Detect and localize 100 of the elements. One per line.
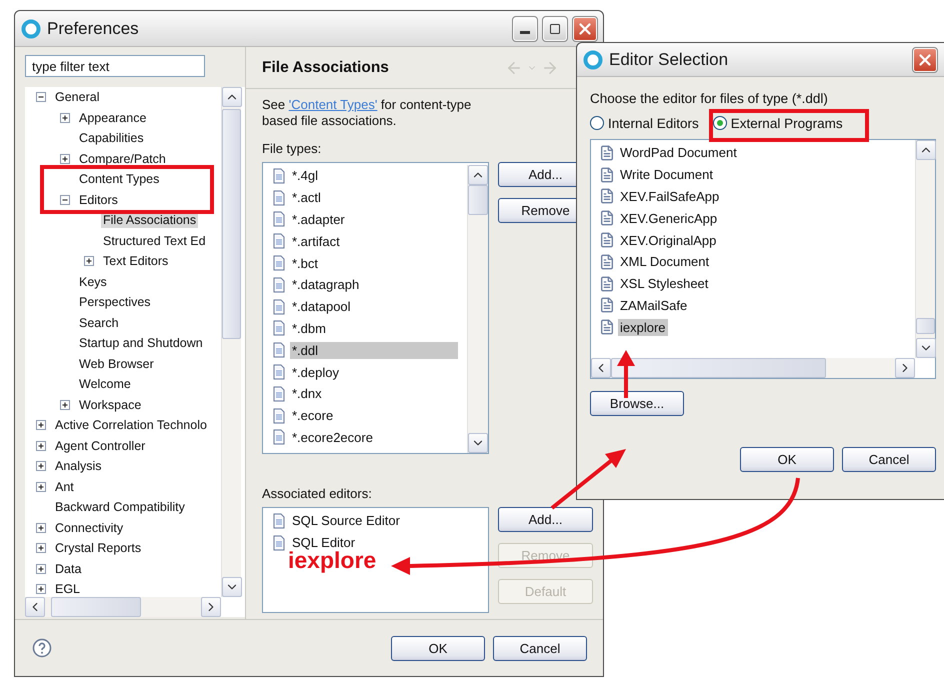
dialog-button[interactable]: Cancel — [842, 447, 936, 472]
vertical-scrollbar[interactable] — [915, 140, 935, 358]
tree-item[interactable]: Structured Text Ed — [101, 232, 208, 249]
content-types-link[interactable]: 'Content Types' — [288, 97, 378, 112]
tree-item[interactable]: Welcome — [77, 376, 133, 392]
tree-item[interactable]: Crystal Reports — [53, 540, 144, 556]
tree-item[interactable]: Web Browser — [77, 356, 156, 372]
collapse-icon[interactable] — [36, 92, 46, 102]
scroll-down-button[interactable] — [222, 577, 242, 597]
tree-item[interactable]: Capabilities — [77, 130, 146, 146]
dialog-button[interactable]: Cancel — [493, 636, 587, 660]
scroll-down-button[interactable] — [916, 338, 936, 358]
tree-item[interactable]: Backward Compatibility — [53, 499, 187, 516]
file-type-item[interactable]: *.actl — [290, 189, 323, 206]
horizontal-scrollbar[interactable] — [25, 597, 221, 617]
program-item[interactable]: Write Document — [618, 166, 715, 184]
file-type-item[interactable]: *.bct — [290, 254, 320, 272]
scroll-thumb[interactable] — [916, 318, 935, 334]
tree-item[interactable]: Editors — [77, 192, 120, 208]
close-button[interactable] — [573, 16, 597, 40]
tree-item[interactable]: Perspectives — [77, 294, 153, 310]
expand-icon[interactable] — [36, 543, 46, 554]
editor-type-radio[interactable]: Internal Editors — [590, 116, 699, 130]
program-item[interactable]: ZAMailSafe — [618, 296, 690, 314]
program-item[interactable]: XEV.FailSafeApp — [618, 188, 722, 205]
program-item[interactable]: XML Document — [618, 253, 712, 270]
file-type-item[interactable]: *.ecore — [290, 407, 336, 424]
radio-indicator[interactable] — [590, 116, 604, 130]
dialog-button[interactable]: OK — [740, 447, 834, 472]
program-item[interactable]: XSL Stylesheet — [618, 275, 710, 292]
maximize-button[interactable] — [543, 16, 567, 40]
tree-item[interactable]: Compare/Patch — [77, 150, 168, 167]
expand-icon[interactable] — [36, 564, 46, 574]
program-item[interactable]: XEV.OriginalApp — [618, 232, 718, 249]
scroll-right-button[interactable] — [895, 358, 915, 378]
file-type-item[interactable]: *.artifact — [290, 232, 342, 250]
tree-item[interactable]: Agent Controller — [53, 438, 148, 454]
tree-item[interactable]: Content Types — [77, 171, 162, 188]
tree-item[interactable]: Active Correlation Technolo — [53, 417, 209, 434]
expand-icon[interactable] — [84, 256, 94, 266]
tree-item[interactable]: Text Editors — [101, 253, 170, 270]
tree-item[interactable]: Analysis — [53, 458, 104, 474]
tree-item[interactable]: General — [53, 89, 102, 106]
program-item[interactable]: XEV.GenericApp — [618, 210, 720, 227]
scroll-up-button[interactable] — [916, 140, 936, 160]
tree-item[interactable]: Search — [77, 314, 121, 331]
vertical-scrollbar[interactable] — [467, 165, 488, 453]
file-type-item[interactable]: *.adapter — [290, 210, 347, 228]
expand-icon[interactable] — [60, 154, 70, 164]
file-type-item[interactable]: *.datapool — [290, 298, 353, 316]
tree-item[interactable]: Connectivity — [53, 520, 126, 536]
expand-icon[interactable] — [36, 584, 46, 594]
tree-item[interactable]: Keys — [77, 274, 109, 290]
tree-item[interactable]: Workspace — [77, 396, 144, 413]
editor-item[interactable]: SQL Source Editor — [290, 512, 402, 530]
dialog-button[interactable]: OK — [391, 636, 485, 660]
expand-icon[interactable] — [60, 400, 70, 410]
editor-action-button[interactable]: Add... — [498, 507, 593, 532]
help-icon[interactable] — [32, 638, 52, 658]
scroll-thumb[interactable] — [468, 185, 488, 215]
editor-type-radio[interactable]: External Programs — [712, 116, 843, 130]
expand-icon[interactable] — [36, 461, 46, 472]
file-type-item[interactable]: *.ecore2ecore — [290, 428, 375, 446]
file-icon — [271, 364, 287, 380]
expand-icon[interactable] — [60, 112, 70, 123]
tree-item[interactable]: Startup and Shutdown — [77, 335, 205, 352]
collapse-icon[interactable] — [60, 194, 70, 205]
tree-item[interactable]: Data — [53, 560, 84, 577]
tree-item[interactable]: Ant — [53, 478, 76, 495]
file-type-item[interactable]: *.dbm — [290, 320, 328, 337]
tree-item[interactable]: Appearance — [77, 110, 148, 126]
scroll-left-button[interactable] — [25, 597, 45, 617]
expand-icon[interactable] — [36, 420, 46, 430]
expand-icon[interactable] — [36, 522, 46, 533]
radio-indicator[interactable] — [712, 116, 727, 130]
scroll-right-button[interactable] — [201, 597, 221, 617]
program-item[interactable]: WordPad Document — [618, 144, 739, 162]
file-type-item[interactable]: *.datagraph — [290, 276, 362, 294]
file-type-item[interactable]: *.4gl — [290, 167, 320, 184]
scroll-thumb[interactable] — [611, 358, 826, 378]
file-type-item[interactable]: *.dnx — [290, 385, 324, 402]
close-button[interactable] — [913, 48, 937, 72]
scroll-down-button[interactable] — [468, 433, 488, 453]
scroll-thumb[interactable] — [51, 597, 141, 617]
filter-field[interactable]: type filter text — [25, 55, 205, 77]
horizontal-scrollbar[interactable] — [591, 358, 915, 378]
expand-icon[interactable] — [36, 440, 46, 451]
program-item[interactable]: iexplore — [618, 318, 668, 336]
editor-item[interactable]: SQL Editor — [290, 534, 358, 552]
browse-button[interactable]: Browse... — [590, 391, 684, 416]
scroll-up-button[interactable] — [222, 87, 242, 107]
scroll-left-button[interactable] — [591, 358, 611, 378]
file-type-item[interactable]: *.ddl — [290, 342, 458, 359]
scroll-up-button[interactable] — [468, 165, 488, 185]
minimize-button[interactable] — [513, 16, 537, 40]
file-type-item[interactable]: *.deploy — [290, 364, 341, 381]
expand-icon[interactable] — [36, 482, 46, 492]
tree-item[interactable]: EGL — [53, 581, 82, 597]
scroll-thumb[interactable] — [222, 109, 241, 339]
vertical-scrollbar[interactable] — [221, 87, 241, 597]
